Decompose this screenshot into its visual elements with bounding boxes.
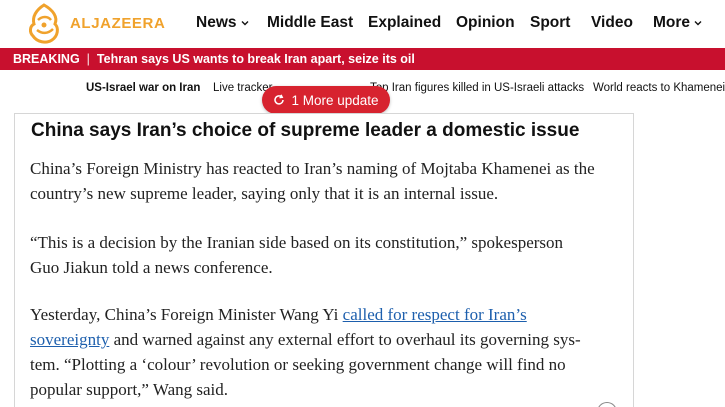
sovereignty-link[interactable]: sovereignty [30,330,109,349]
nav-item-label: News [196,14,237,31]
nav-item-news[interactable]: News [196,14,250,32]
nav-item-explained[interactable]: Explained [368,14,441,32]
breaking-headline: Tehran says US wants to break Iran apart… [96,52,415,66]
chevron-down-icon [694,21,702,26]
breaking-separator: | [86,52,90,66]
nav-item-more[interactable]: More [653,14,703,32]
paragraph-1: China’s Foreign Ministry has reacted to … [30,156,625,206]
more-updates-button[interactable]: 1 More update [262,86,390,114]
aljazeera-logo-mark-icon [29,3,59,44]
nav-item-label: Middle East [267,14,354,31]
live-update-card: China says Iran’s choice of supreme lead… [14,113,634,407]
paragraph-line: Guo Jiakun told a news conference. [30,258,273,277]
topic-link-top-iran-figures[interactable]: Top Iran figures killed in US-Israeli at… [370,82,584,94]
paragraph-line: country’s new supreme leader, saying onl… [30,184,499,203]
nav-item-label: More [653,14,691,31]
update-headline: China says Iran’s choice of supreme lead… [31,120,580,141]
paragraph-text: Yesterday, China’s Foreign Minister Wang… [30,305,343,324]
paragraph-3: Yesterday, China’s Foreign Minister Wang… [30,302,625,402]
topic-link-world-reacts[interactable]: World reacts to Khamenei's [593,82,725,94]
more-updates-label: 1 More update [291,92,379,108]
refresh-icon [274,94,285,105]
nav-item-label: Explained [368,14,442,31]
sovereignty-link[interactable]: called for respect for Iran’s [343,305,527,324]
paragraph-line: tem. “Plotting a ‘colour’ revolution or … [30,355,566,374]
paragraph-line: Yesterday, China’s Foreign Minister Wang… [30,302,625,327]
nav-item-video[interactable]: Video [591,14,633,32]
paragraph-line: China’s Foreign Ministry has reacted to … [30,159,595,178]
nav-item-label: Opinion [456,14,515,31]
site-header: ALJAZEERA News Middle East Explained Opi… [0,0,725,48]
nav-item-label: Sport [530,14,571,31]
logo-wordmark: ALJAZEERA [70,15,166,32]
paragraph-line: “This is a decision by the Iranian side … [30,233,564,252]
nav-item-middle-east[interactable]: Middle East [267,14,353,32]
paragraph-line: popular support,” Wang said. [30,380,229,399]
paragraph-text: and warned against any external effort t… [109,330,581,349]
nav-item-label: Video [591,14,633,31]
topic-link-us-israel-war[interactable]: US-Israel war on Iran [86,82,200,94]
paragraph-2: “This is a decision by the Iranian side … [30,230,625,280]
paragraph-line: sovereignty and warned against any exter… [30,327,625,352]
chevron-down-icon [241,21,248,26]
breaking-news-bar[interactable]: BREAKING | Tehran says US wants to break… [0,48,725,70]
nav-item-sport[interactable]: Sport [530,14,570,32]
breaking-label: BREAKING [13,52,80,66]
nav-item-opinion[interactable]: Opinion [456,14,515,32]
aljazeera-logo[interactable]: ALJAZEERA [14,1,190,47]
